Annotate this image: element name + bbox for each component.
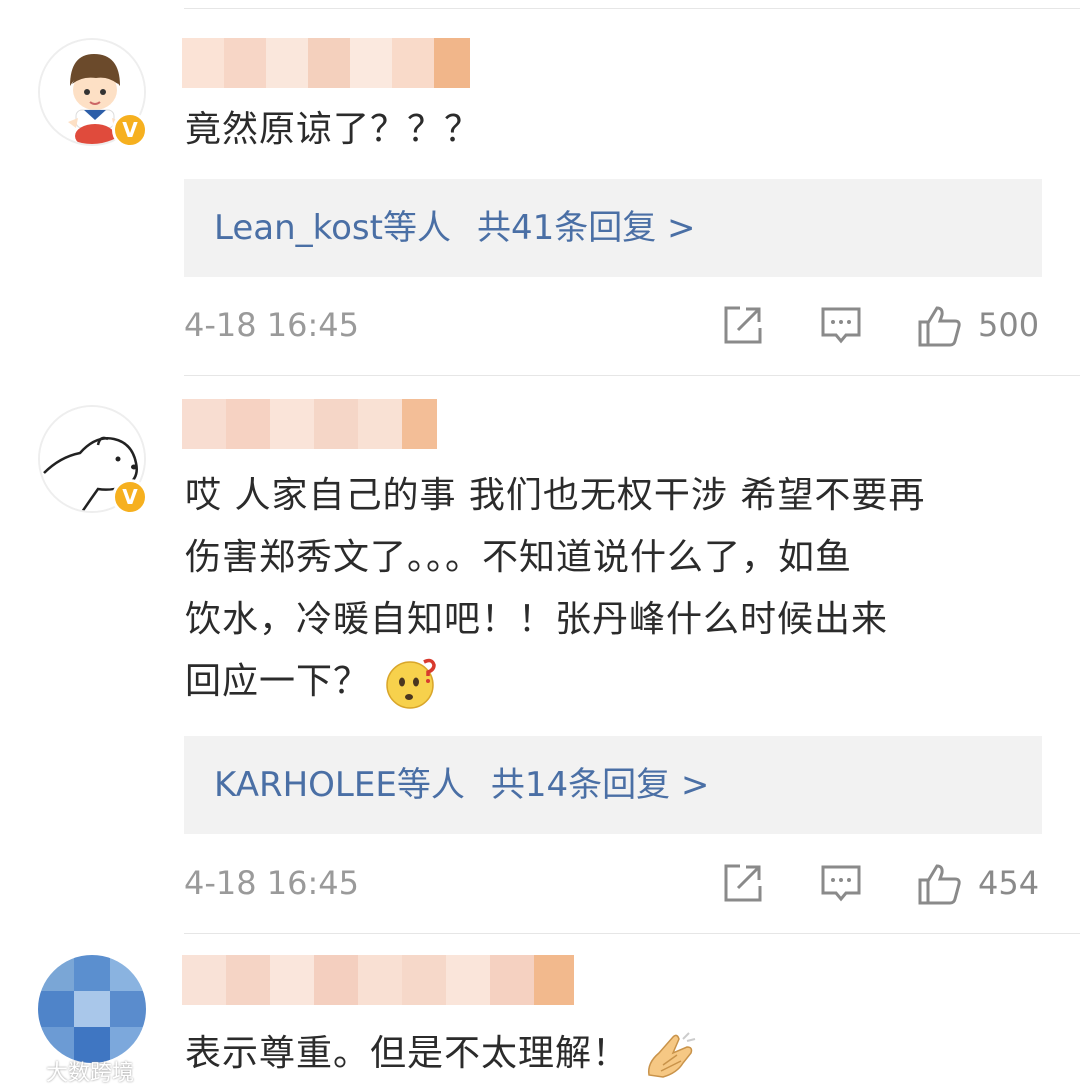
comment-text-content: 表示尊重。但是不太理解！: [185, 1033, 630, 1074]
share-icon[interactable]: [722, 862, 764, 904]
replies-summary[interactable]: Lean_kost等人 共41条回复 >: [184, 179, 1042, 277]
comment-text: 表示尊重。但是不太理解！: [185, 1023, 1055, 1085]
replies-summary[interactable]: KARHOLEE等人 共14条回复 >: [184, 736, 1042, 834]
comment-item: V 竟然原谅了？？？ Lean_kost等人 共41条回复 > 4-18 16:4…: [0, 0, 1080, 375]
timestamp: 4-18 16:45: [184, 306, 360, 344]
reply-users: KARHOLEE等人: [214, 765, 465, 805]
reply-count: 共41条回复 >: [476, 208, 696, 248]
username-blurred[interactable]: [182, 399, 437, 449]
comment-icon[interactable]: [820, 862, 862, 904]
blurred-avatar-icon: [38, 955, 146, 1063]
username-blurred[interactable]: [182, 955, 574, 1005]
avatar[interactable]: [38, 955, 146, 1063]
like-count: 454: [978, 864, 1040, 902]
comment-text: 竟然原谅了？？？: [185, 109, 482, 150]
timestamp: 4-18 16:45: [184, 864, 360, 902]
share-icon[interactable]: [722, 304, 764, 346]
comment-text-line: 回应一下？: [185, 651, 1055, 713]
comment-meta: 4-18 16:45 454: [184, 858, 1044, 908]
watermark: 大数跨境: [4, 1055, 134, 1087]
comment-item: 表示尊重。但是不太理解！: [0, 933, 1080, 1091]
comment-item: V 哎 人家自己的事 我们也无权干涉 希望不要再 伤害郑秀文了。。。不知道说什么…: [0, 375, 1080, 933]
comment-text-line: 饮水，冷暖自知吧！！张丹峰什么时候出来: [185, 599, 889, 640]
verified-badge-icon: V: [112, 479, 148, 515]
avatar[interactable]: V: [38, 405, 148, 515]
reply-users: Lean_kost等人: [214, 208, 451, 248]
comment-meta: 4-18 16:45 500: [184, 300, 1044, 350]
comment-text-line: 哎 人家自己的事 我们也无权干涉 希望不要再: [185, 475, 926, 516]
avatar[interactable]: V: [38, 38, 148, 148]
comment-text: 哎 人家自己的事 我们也无权干涉 希望不要再 伤害郑秀文了。。。不知道说什么了，…: [185, 465, 1055, 713]
comment-text-line-end: 回应一下？: [185, 661, 371, 702]
comment-icon[interactable]: [820, 304, 862, 346]
praying-hands-emoji-icon: [647, 1032, 696, 1078]
like-count: 500: [978, 306, 1040, 344]
thumbs-up-icon[interactable]: [916, 304, 962, 348]
reply-count: 共14条回复 >: [490, 765, 710, 805]
thinking-face-emoji-icon: [386, 658, 436, 709]
thumbs-up-icon[interactable]: [916, 862, 962, 906]
username-blurred[interactable]: [182, 38, 470, 88]
comment-text-line: 伤害郑秀文了。。。不知道说什么了，如鱼: [185, 537, 853, 578]
watermark-logo-icon: [4, 1061, 45, 1081]
verified-badge-icon: V: [112, 112, 148, 148]
watermark-text: 大数跨境: [46, 1061, 135, 1086]
